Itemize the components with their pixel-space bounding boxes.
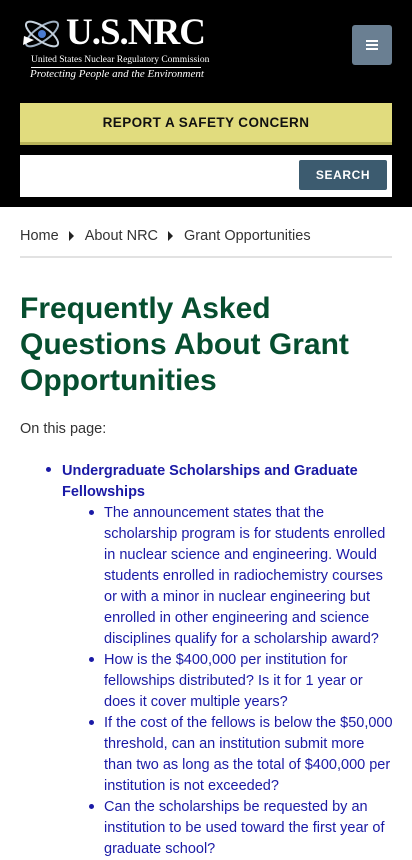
breadcrumb: Home About NRC Grant Opportunities	[20, 226, 311, 246]
logo-wordmark: U.S.NRC	[66, 12, 206, 53]
toc-question-text: If the cost of the fellows is below the …	[104, 715, 393, 794]
bullet-icon	[46, 467, 51, 472]
bullet-icon	[89, 657, 94, 662]
bullet-icon	[89, 510, 94, 515]
search-bar: SEARCH	[20, 155, 392, 197]
toc-section: Undergraduate Scholarships and Graduate …	[0, 461, 412, 503]
toc-question-text: The announcement states that the scholar…	[104, 505, 386, 647]
search-input[interactable]	[20, 155, 295, 197]
toc-question-link[interactable]: The announcement states that the scholar…	[0, 503, 412, 650]
logo-tagline: Protecting People and the Environment	[30, 68, 204, 80]
toc-question-text: How is the $400,000 per institution for …	[104, 652, 363, 710]
site-header: U.S.NRC United States Nuclear Regulatory…	[0, 0, 412, 207]
toc-question-link[interactable]: If the cost of the fellows is below the …	[0, 713, 412, 797]
nrc-logo[interactable]: U.S.NRC United States Nuclear Regulatory…	[20, 12, 209, 82]
breadcrumb-divider	[20, 256, 392, 258]
report-safety-concern-button[interactable]: REPORT A SAFETY CONCERN	[20, 103, 392, 145]
toc-question-link[interactable]: Can the scholarships be requested by an …	[0, 797, 412, 860]
breadcrumb-about-nrc[interactable]: About NRC	[85, 228, 158, 244]
on-this-page-label: On this page:	[20, 421, 107, 437]
toc-question-list: The announcement states that the scholar…	[0, 503, 412, 860]
breadcrumb-home[interactable]: Home	[20, 228, 59, 244]
caret-right-icon	[168, 231, 174, 241]
menu-button[interactable]	[352, 25, 392, 65]
toc-section-link[interactable]: Undergraduate Scholarships and Graduate …	[62, 463, 358, 500]
breadcrumb-grant-opportunities[interactable]: Grant Opportunities	[184, 228, 311, 244]
caret-right-icon	[68, 231, 74, 241]
logo-subtitle: United States Nuclear Regulatory Commiss…	[31, 55, 210, 65]
table-of-contents: Undergraduate Scholarships and Graduate …	[0, 461, 412, 860]
page-title: Frequently Asked Questions About Grant O…	[20, 292, 349, 397]
search-button[interactable]: SEARCH	[299, 160, 387, 190]
toc-question-link[interactable]: How is the $400,000 per institution for …	[0, 650, 412, 713]
bullet-icon	[89, 720, 94, 725]
hamburger-menu-icon	[366, 40, 378, 50]
bullet-icon	[89, 804, 94, 809]
toc-question-text: Can the scholarships be requested by an …	[104, 799, 385, 857]
